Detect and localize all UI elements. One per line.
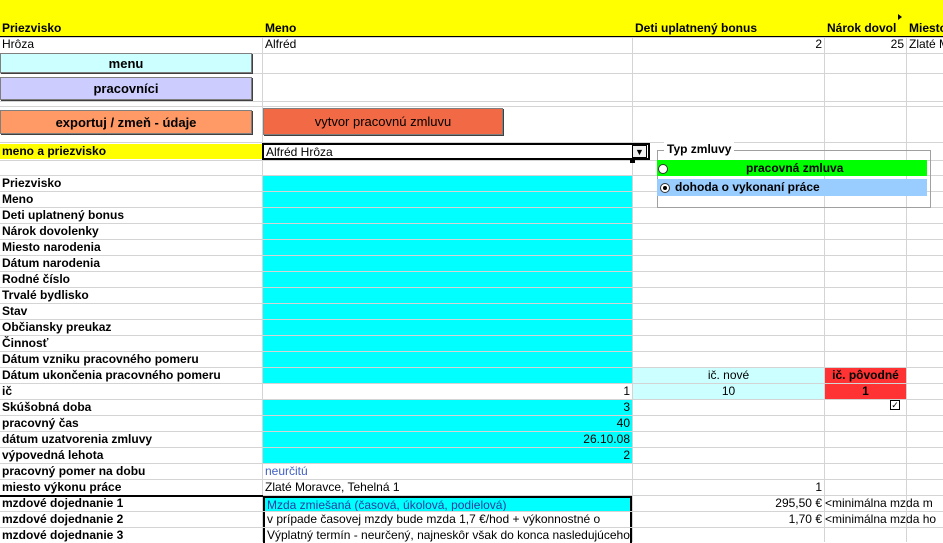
field-label: Meno <box>2 192 34 206</box>
field-value[interactable] <box>263 208 632 223</box>
gridline <box>0 73 943 74</box>
gridline <box>0 106 943 107</box>
header-miesto[interactable]: Miesto <box>907 21 943 36</box>
employee-dropdown[interactable]: Alfréd Hrôza ▼ <box>262 143 650 160</box>
field-value[interactable] <box>263 192 632 207</box>
field-label: Občiansky preukaz <box>2 320 112 334</box>
contract-type-title: Typ zmluvy <box>664 142 735 157</box>
field-label: Dátum vzniku pracovného pomeru <box>2 352 199 366</box>
field-value[interactable] <box>263 256 632 271</box>
field-value[interactable] <box>263 288 632 303</box>
field-label: pracovný pomer na dobu <box>2 464 146 478</box>
field-value[interactable] <box>263 352 632 367</box>
menu-button[interactable]: menu <box>0 53 252 73</box>
radio-pracovna-icon[interactable] <box>658 163 668 174</box>
record-miesto[interactable]: Zlaté M <box>907 37 943 52</box>
field-label: Nárok dovolenky <box>2 224 99 238</box>
field-value[interactable]: neurčitú <box>263 464 632 479</box>
field-value[interactable]: 3 <box>263 400 632 415</box>
field-label: Dátum ukončenia pracovného pomeru <box>2 368 221 382</box>
record-priezvisko[interactable]: Hrôza <box>0 37 262 52</box>
field-value[interactable] <box>263 272 632 287</box>
field-label: Skúšobná doba <box>2 400 92 414</box>
field-label: miesto výkonu práce <box>2 480 122 494</box>
field-value[interactable]: Výplatný termín - neurčený, najneskôr vš… <box>263 528 632 543</box>
export-button[interactable]: exportuj / zmeň - údaje <box>0 110 252 134</box>
field-label: Deti uplatnený bonus <box>2 208 125 222</box>
record-meno[interactable]: Alfréd <box>263 37 632 52</box>
mzda2-note[interactable]: <minimálna mzda ho <box>823 512 943 527</box>
selector-label: meno a priezvisko <box>0 144 262 159</box>
radio-dohoda-icon[interactable] <box>660 182 670 193</box>
option-pracovna-zmluva[interactable]: pracovná zmluva <box>657 160 927 176</box>
field-value[interactable]: Zlaté Moravce, Tehelná 1 <box>263 480 632 495</box>
ic-povodne-label[interactable]: ič. pôvodné <box>825 368 906 383</box>
field-label: Dátum narodenia <box>2 256 101 270</box>
field-value[interactable]: 1 <box>263 384 632 399</box>
option-pracovna-label: pracovná zmluva <box>746 161 844 175</box>
field-value[interactable] <box>263 336 632 351</box>
dropdown-handle <box>630 158 635 163</box>
field-label: mzdové dojednanie 2 <box>2 512 124 526</box>
field-label: Miesto narodenia <box>2 240 101 254</box>
gridline <box>0 101 943 102</box>
field-label: Stav <box>2 304 28 318</box>
field-value[interactable]: Mzda zmiešaná (časová, úkolová, podielov… <box>263 496 632 511</box>
filter-arrow-icon[interactable] <box>898 14 902 20</box>
field-label: mzdové dojednanie 1 <box>2 496 124 510</box>
pracovnici-button[interactable]: pracovníci <box>0 77 252 100</box>
checkbox-icon[interactable]: ✓ <box>890 400 900 410</box>
ic-povodne-value[interactable]: 1 <box>825 384 906 399</box>
field-value[interactable]: 2 <box>263 448 632 463</box>
option-dohoda-label: dohoda o vykonaní práce <box>675 180 820 194</box>
mzda2-amount[interactable]: 1,70 € <box>633 512 824 527</box>
header-narok[interactable]: Nárok dovol <box>825 21 906 36</box>
header-deti[interactable]: Deti uplatnený bonus <box>633 21 824 36</box>
field-label: výpovedná lehota <box>2 448 104 462</box>
section-divider <box>0 495 263 497</box>
field-label: Činnosť <box>2 336 49 350</box>
record-narok[interactable]: 25 <box>825 37 906 52</box>
record-deti[interactable]: 2 <box>633 37 824 52</box>
field-value[interactable]: 40 <box>263 416 632 431</box>
mzda1-amount[interactable]: 295,50 € <box>633 496 824 511</box>
ic-nove-label[interactable]: ič. nové <box>633 368 824 383</box>
mzda1-note[interactable]: <minimálna mzda m <box>823 496 943 511</box>
field-label: pracovný čas <box>2 416 79 430</box>
field-value[interactable] <box>263 320 632 335</box>
employee-dropdown-value: Alfréd Hrôza <box>266 145 333 159</box>
field-value[interactable] <box>263 368 632 383</box>
header-priezvisko[interactable]: Priezvisko <box>0 21 262 36</box>
field-label: Rodné číslo <box>2 272 71 286</box>
field-label: Priezvisko <box>2 176 62 190</box>
field-value[interactable] <box>263 240 632 255</box>
field-value[interactable] <box>263 224 632 239</box>
dropdown-arrow-icon[interactable]: ▼ <box>632 145 647 158</box>
create-contract-button[interactable]: vytvor pracovnú zmluvu <box>263 108 503 135</box>
field-label: dátum uzatvorenia zmluvy <box>2 432 153 446</box>
field-label: mzdové dojednanie 3 <box>2 528 124 542</box>
field-value[interactable]: v prípade časovej mzdy bude mzda 1,7 €/h… <box>263 512 632 527</box>
field-value[interactable] <box>263 176 632 191</box>
field-value[interactable]: 26.10.08 <box>263 432 632 447</box>
ic-nove-value[interactable]: 10 <box>633 384 824 399</box>
field-label: Trvalé bydlisko <box>2 288 89 302</box>
field-label: ič <box>2 384 13 398</box>
header-meno[interactable]: Meno <box>263 21 632 36</box>
option-dohoda[interactable]: dohoda o vykonaní práce <box>657 179 927 196</box>
miesto-number[interactable]: 1 <box>633 480 824 495</box>
field-value[interactable] <box>263 304 632 319</box>
